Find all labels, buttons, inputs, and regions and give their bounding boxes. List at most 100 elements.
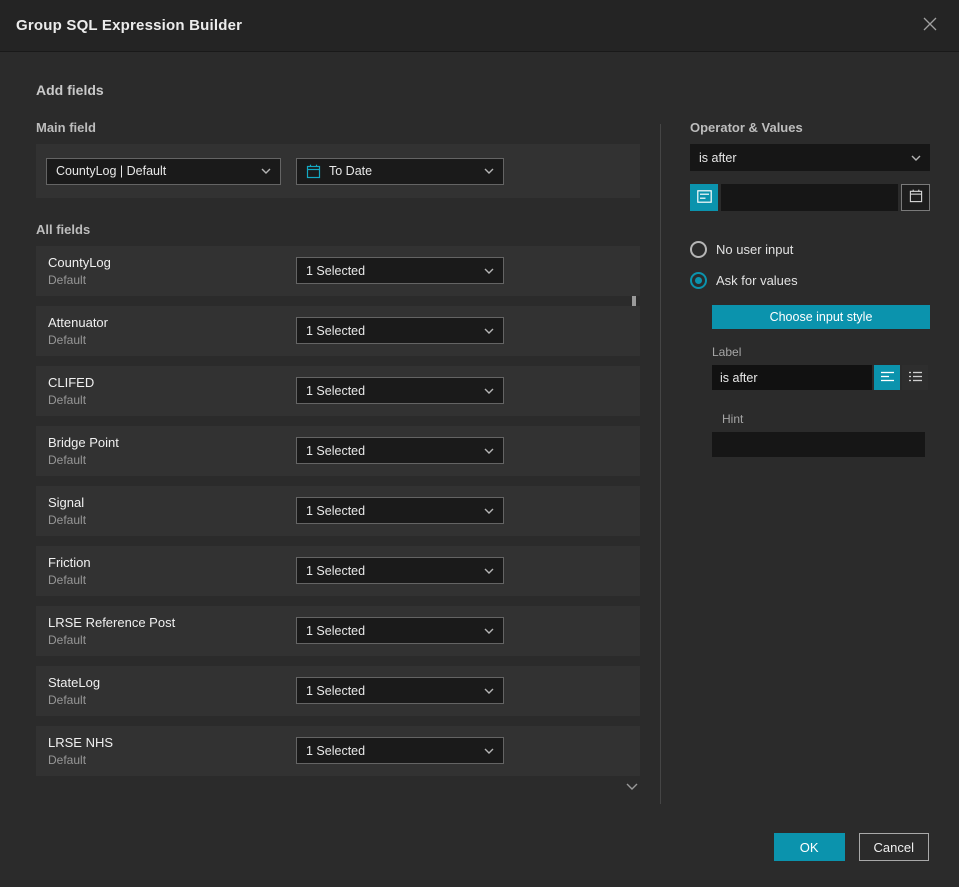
scroll-down-chevron-icon[interactable] [626, 783, 638, 791]
label-input[interactable] [712, 365, 872, 390]
radio-unselected-icon [690, 241, 707, 258]
list-style-button[interactable] [902, 365, 928, 390]
calendar-icon [909, 189, 923, 206]
all-fields-label: All fields [36, 222, 91, 237]
chevron-down-icon [261, 168, 271, 174]
hint-input[interactable] [712, 432, 925, 457]
operator-select[interactable]: is after [690, 144, 930, 171]
date-field-select-value: To Date [329, 164, 373, 178]
chevron-down-icon [484, 688, 494, 694]
dialog-footer: OK Cancel [773, 833, 929, 861]
field-name: CountyLog [48, 255, 111, 270]
field-selected-value: 1 Selected [306, 563, 366, 578]
field-row: CountyLog Default 1 Selected [36, 246, 640, 296]
field-info: Attenuator Default [48, 315, 108, 347]
date-picker-button[interactable] [901, 184, 930, 211]
chevron-down-icon [484, 568, 494, 574]
field-name: LRSE NHS [48, 735, 114, 750]
close-button[interactable] [917, 11, 943, 40]
chevron-down-icon [484, 388, 494, 394]
calendar-icon [306, 164, 321, 179]
field-row: CLIFED Default 1 Selected [36, 366, 640, 416]
field-info: Friction Default [48, 555, 91, 587]
input-mode-button[interactable] [690, 184, 719, 211]
field-subtitle: Default [48, 273, 87, 287]
operator-select-value: is after [699, 150, 737, 165]
field-subtitle: Default [48, 513, 87, 527]
ask-for-values-radio[interactable]: Ask for values [690, 272, 930, 289]
field-name: StateLog [48, 675, 101, 690]
field-selected-value: 1 Selected [306, 503, 366, 518]
field-name: Friction [48, 555, 91, 570]
field-selected-dropdown[interactable]: 1 Selected [296, 257, 504, 284]
close-icon [921, 15, 939, 36]
main-field-panel: CountyLog | Default To Date [36, 144, 640, 198]
field-selected-value: 1 Selected [306, 323, 366, 338]
field-selected-value: 1 Selected [306, 263, 366, 278]
field-info: LRSE NHS Default [48, 735, 113, 767]
chevron-down-icon [484, 748, 494, 754]
field-selected-value: 1 Selected [306, 443, 366, 458]
field-selected-dropdown[interactable]: 1 Selected [296, 437, 504, 464]
main-field-select[interactable]: CountyLog | Default [46, 157, 281, 185]
column-divider [660, 124, 661, 804]
field-name: Attenuator [48, 315, 108, 330]
field-row: LRSE NHS Default 1 Selected [36, 726, 640, 776]
field-row: StateLog Default 1 Selected [36, 666, 640, 716]
field-info: Signal Default [48, 495, 86, 527]
field-row: Bridge Point Default 1 Selected [36, 426, 640, 476]
field-subtitle: Default [48, 453, 87, 467]
chevron-down-icon [484, 268, 494, 274]
field-row: Signal Default 1 Selected [36, 486, 640, 536]
ask-for-values-label: Ask for values [716, 273, 798, 288]
operator-values-column: Operator & Values is after No user input… [690, 120, 930, 804]
chevron-down-icon [484, 508, 494, 514]
field-selected-dropdown[interactable]: 1 Selected [296, 737, 504, 764]
label-input-row [712, 365, 930, 390]
chevron-down-icon [484, 448, 494, 454]
field-selected-dropdown[interactable]: 1 Selected [296, 617, 504, 644]
value-input-row [690, 184, 930, 211]
field-info: LRSE Reference Post Default [48, 615, 175, 647]
main-field-label: Main field [36, 120, 96, 135]
field-row: LRSE Reference Post Default 1 Selected [36, 606, 640, 656]
dialog-body: Add fields Main field CountyLog | Defaul… [0, 52, 959, 804]
list-icon [908, 370, 922, 385]
no-user-input-label: No user input [716, 242, 794, 257]
single-line-style-button[interactable] [874, 365, 900, 390]
field-name: LRSE Reference Post [48, 615, 176, 630]
dialog-header: Group SQL Expression Builder [0, 0, 959, 52]
field-info: CLIFED Default [48, 375, 94, 407]
field-selected-dropdown[interactable]: 1 Selected [296, 677, 504, 704]
field-selected-dropdown[interactable]: 1 Selected [296, 497, 504, 524]
operator-values-heading: Operator & Values [690, 120, 803, 135]
value-input[interactable] [721, 184, 899, 211]
chevron-down-icon [911, 155, 921, 161]
main-field-select-value: CountyLog | Default [56, 164, 167, 178]
radio-selected-icon [690, 272, 707, 289]
chevron-down-icon [484, 328, 494, 334]
field-subtitle: Default [48, 753, 87, 767]
cancel-button[interactable]: Cancel [858, 833, 929, 861]
dialog-title: Group SQL Expression Builder [16, 17, 243, 34]
field-subtitle: Default [48, 333, 87, 347]
field-row: Friction Default 1 Selected [36, 546, 640, 596]
field-selected-value: 1 Selected [306, 383, 366, 398]
field-selected-dropdown[interactable]: 1 Selected [296, 377, 504, 404]
field-info: StateLog Default [48, 675, 100, 707]
chevron-down-icon [484, 168, 494, 174]
field-selected-value: 1 Selected [306, 743, 366, 758]
field-subtitle: Default [48, 693, 87, 707]
field-row: Attenuator Default 1 Selected [36, 306, 640, 356]
field-selected-dropdown[interactable]: 1 Selected [296, 317, 504, 344]
ok-button[interactable]: OK [773, 833, 845, 861]
field-selected-dropdown[interactable]: 1 Selected [296, 557, 504, 584]
input-field-icon [696, 189, 712, 206]
no-user-input-radio[interactable]: No user input [690, 241, 930, 258]
choose-input-style-button[interactable]: Choose input style [712, 305, 930, 329]
align-left-icon [880, 370, 894, 385]
field-name: Bridge Point [48, 435, 119, 450]
chevron-down-icon [484, 628, 494, 634]
field-name: CLIFED [48, 375, 95, 390]
date-field-select[interactable]: To Date [296, 157, 504, 185]
